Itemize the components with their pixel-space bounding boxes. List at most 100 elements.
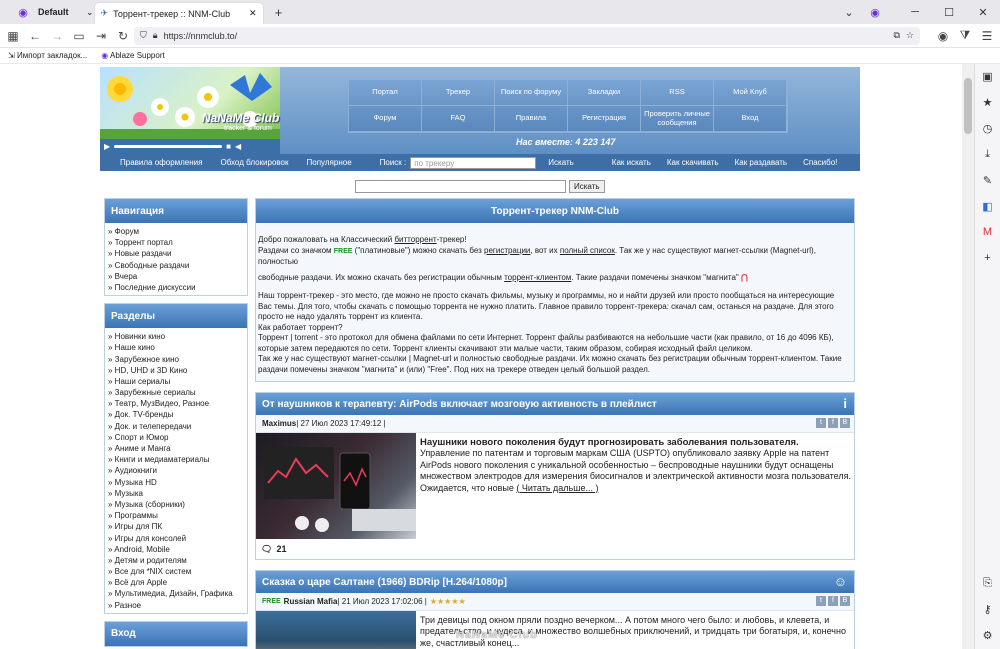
subnav-search-button[interactable]: Искать [548, 158, 574, 167]
nav-faq[interactable]: FAQ [422, 106, 495, 132]
sections-item[interactable]: » Зарубежное кино [108, 354, 245, 365]
site-logo[interactable]: NaNaMe Club tracker & forum [100, 67, 280, 139]
translate-ext-icon[interactable]: ◧ [979, 200, 997, 214]
sections-item[interactable]: » Музыка HD [108, 477, 245, 488]
sections-item[interactable]: » Игры для консолей [108, 533, 245, 544]
gear-icon[interactable]: ⚙ [979, 629, 997, 643]
sections-item[interactable]: » Мультимедиа, Дизайн, Графика [108, 588, 245, 599]
sections-item[interactable]: » Детям и родителям [108, 555, 245, 566]
vk-icon[interactable]: B [840, 418, 850, 428]
sections-item[interactable]: » Наши сериалы [108, 376, 245, 387]
close-window-icon[interactable]: ✕ [974, 3, 992, 21]
sections-item[interactable]: » Android, Mobile [108, 544, 245, 555]
navigation-item[interactable]: » Свободные раздачи [108, 260, 245, 271]
menu-icon[interactable]: ☰ [976, 25, 998, 47]
sections-item[interactable]: » Наше кино [108, 342, 245, 353]
navigation-item[interactable]: » Форум [108, 226, 245, 237]
briefcase-icon[interactable]: ▣ [979, 70, 997, 84]
sections-item[interactable]: » Музыка [108, 488, 245, 499]
tab-overflow-chevron-icon[interactable]: ⌄ [840, 3, 858, 21]
nav-rss[interactable]: RSS [641, 80, 714, 106]
pen-icon[interactable]: ✎ [979, 174, 997, 188]
facebook-icon[interactable]: f [828, 418, 838, 428]
reader-icon[interactable]: ▭ [68, 25, 90, 47]
url-text[interactable]: https://nnmclub.to/ [164, 31, 888, 41]
sections-item[interactable]: » HD, UHD и 3D Кино [108, 365, 245, 376]
forward-icon[interactable]: → [46, 25, 68, 47]
tracker-search-input[interactable]: по трекеру [410, 156, 537, 169]
sections-item[interactable]: » Программы [108, 510, 245, 521]
news-author[interactable]: Maximus [262, 419, 296, 428]
sections-item[interactable]: » Аниме и Манга [108, 443, 245, 454]
tab-manager-icon[interactable]: ⇥ [90, 25, 112, 47]
nav-forum-search[interactable]: Поиск по форуму [495, 80, 568, 106]
release-image[interactable] [256, 611, 416, 649]
minimize-icon[interactable]: ─ [906, 3, 924, 21]
play-icon[interactable]: ▶ [104, 142, 110, 151]
news-image[interactable] [256, 433, 416, 539]
link-full-list[interactable]: полный список [560, 246, 615, 255]
extensions-icon[interactable]: ⧩ [954, 25, 976, 47]
screenshot-icon[interactable]: ⎘ [979, 577, 997, 591]
nav-check-messages[interactable]: Проверить личные сообщения [641, 106, 714, 132]
scrollbar-thumb[interactable] [964, 78, 972, 134]
player-progress[interactable] [114, 145, 223, 148]
new-tab-icon[interactable]: + [270, 3, 288, 21]
nav-portal[interactable]: Портал [349, 80, 422, 106]
subnav-how-seed[interactable]: Как раздавать [735, 158, 788, 167]
back-icon[interactable]: ← [24, 25, 46, 47]
vk-icon[interactable]: B [840, 596, 850, 606]
sections-item[interactable]: » Док. и телепередачи [108, 421, 245, 432]
release-title[interactable]: Сказка о царе Салтане (1966) BDRip [H.26… [256, 571, 854, 593]
nav-rules[interactable]: Правила [495, 106, 568, 132]
sections-item[interactable]: » Спорт и Юмор [108, 432, 245, 443]
nav-tracker[interactable]: Трекер [422, 80, 495, 106]
subnav-bypass[interactable]: Обход блокировок [220, 158, 288, 167]
nav-login[interactable]: Вход [714, 106, 787, 132]
sections-item[interactable]: » Музыка (сборники) [108, 499, 245, 510]
global-search-button[interactable]: Искать [569, 180, 605, 193]
close-tab-icon[interactable]: ✕ [249, 8, 257, 19]
subnav-how-search[interactable]: Как искать [612, 158, 651, 167]
translate-icon[interactable]: ⧉ [893, 30, 899, 41]
sections-item[interactable]: » Док. TV-бренды [108, 409, 245, 420]
navigation-item[interactable]: » Вчера [108, 271, 245, 282]
add-panel-icon[interactable]: + [979, 252, 997, 266]
subnav-rules[interactable]: Правила оформления [120, 158, 202, 167]
gmail-icon[interactable]: M [979, 226, 997, 240]
subnav-thanks[interactable]: Спасибо! [803, 158, 837, 167]
link-torrent-client[interactable]: торрент-клиентом [504, 273, 571, 282]
sections-item[interactable]: » Все для *NIX систем [108, 566, 245, 577]
sections-item[interactable]: » Всё для Apple [108, 577, 245, 588]
volume-icon[interactable]: ◀ [235, 142, 241, 151]
page-scrollbar[interactable] [962, 64, 974, 649]
key-icon[interactable]: ⚷ [979, 603, 997, 617]
star-icon[interactable]: ★ [979, 96, 997, 110]
navigation-item[interactable]: » Новые раздачи [108, 248, 245, 259]
global-search-input[interactable] [355, 180, 566, 193]
link-bittorrent[interactable]: битторрент [394, 235, 436, 244]
account-icon[interactable]: ◉ [932, 25, 954, 47]
nav-register[interactable]: Регистрация [568, 106, 641, 132]
bookmark-import[interactable]: ⇲ Импорт закладок... [8, 51, 87, 60]
bookmark-ablaze[interactable]: ◉ Ablaze Support [101, 51, 164, 60]
nav-my-club[interactable]: Мой Клуб [714, 80, 787, 106]
read-more-link[interactable]: ( Читать дальше... ) [516, 483, 598, 493]
twitter-icon[interactable]: t [816, 596, 826, 606]
sections-item[interactable]: » Аудиокниги [108, 465, 245, 476]
subnav-popular[interactable]: Популярное [307, 158, 352, 167]
extension-badge-icon[interactable]: ◉ [866, 3, 884, 21]
sections-item[interactable]: » Разное [108, 600, 245, 611]
twitter-icon[interactable]: t [816, 418, 826, 428]
facebook-icon[interactable]: f [828, 596, 838, 606]
sections-item[interactable]: » Игры для ПК [108, 521, 245, 532]
sections-item[interactable]: » Книги и медиаматериалы [108, 454, 245, 465]
lock-icon[interactable]: 🔒︎ [153, 30, 158, 41]
profile-label[interactable]: Default [38, 7, 86, 17]
download-icon[interactable]: ⤓ [979, 148, 997, 162]
tab-list-icon[interactable]: ⌄ [86, 1, 94, 23]
maximize-icon[interactable]: ☐ [940, 3, 958, 21]
navigation-item[interactable]: » Последние дискуссии [108, 282, 245, 293]
news-comments[interactable]: 🗨︎ 21 [256, 539, 854, 559]
release-author[interactable]: Russian Mafia [284, 597, 338, 606]
